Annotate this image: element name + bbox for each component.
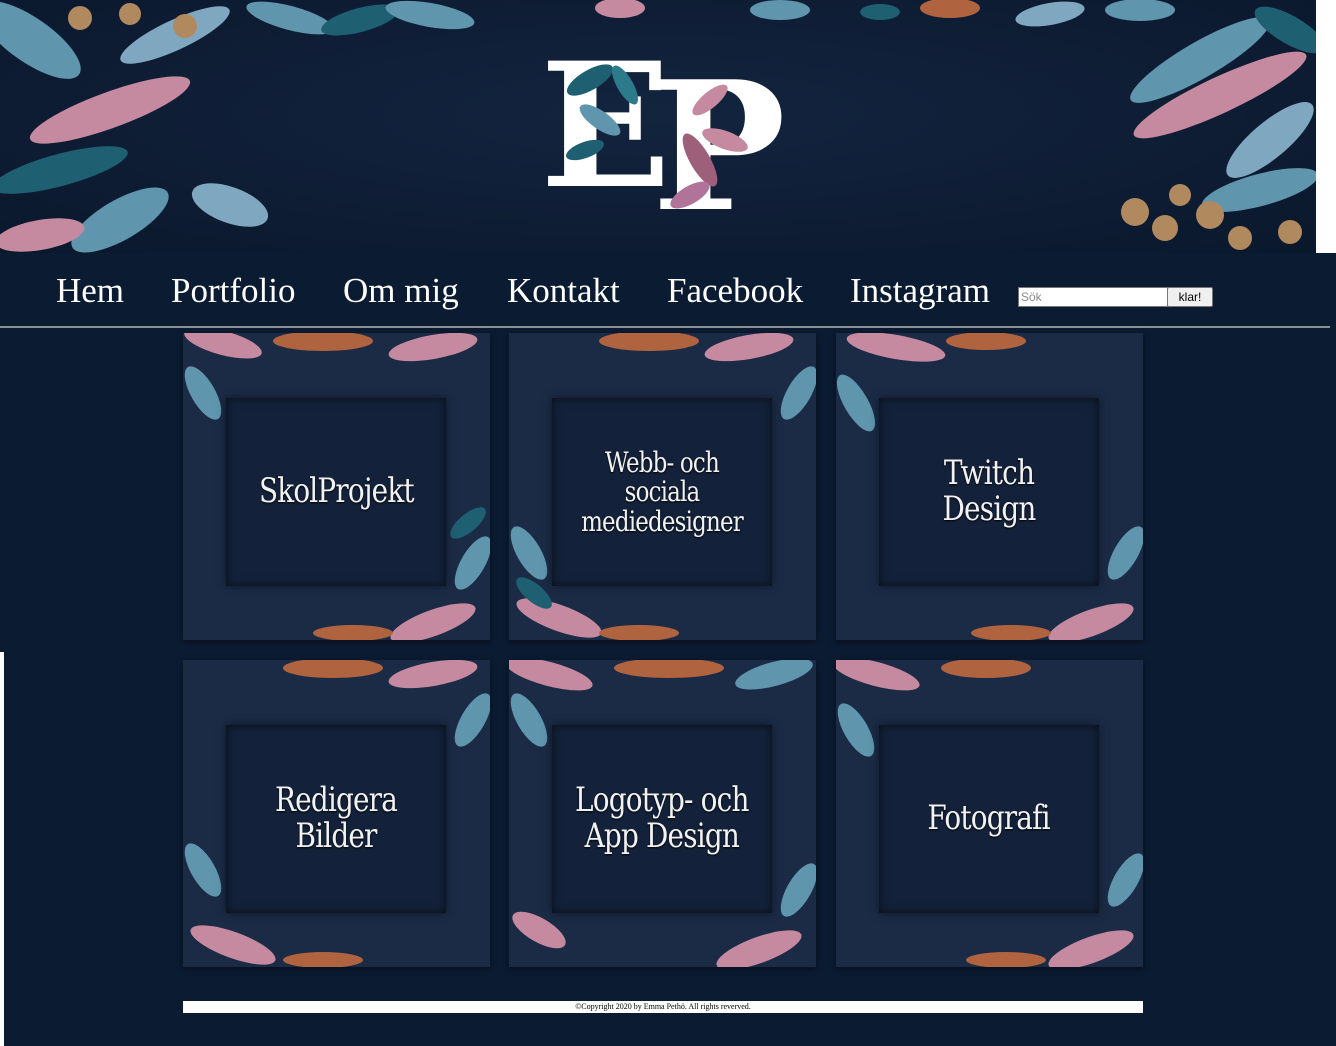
nav-link-om-mig[interactable]: Om mig <box>343 271 459 311</box>
portfolio-tile-twitch-design[interactable]: Twitch Design <box>836 333 1143 640</box>
tile-label-box: Redigera Bilder <box>226 725 446 913</box>
nav-link-hem[interactable]: Hem <box>56 271 124 311</box>
logo-leaf-decoration <box>566 64 748 209</box>
search-button[interactable]: klar! <box>1167 287 1213 307</box>
page-edge <box>1316 0 1336 253</box>
nav-link-facebook[interactable]: Facebook <box>667 271 803 311</box>
tile-label-box: Webb- och sociala mediedesigner <box>552 398 772 586</box>
page-edge <box>0 652 4 1046</box>
tile-label: Fotografi <box>927 798 1051 839</box>
nav-link-portfolio[interactable]: Portfolio <box>171 271 295 311</box>
header-banner: E P <box>0 0 1316 253</box>
portfolio-tile-fotografi[interactable]: Fotografi <box>836 660 1143 967</box>
footer-copyright: ©Copyright 2020 by Emma Pethö. All right… <box>183 1001 1143 1013</box>
nav-link-kontakt[interactable]: Kontakt <box>507 271 620 311</box>
tile-label: Webb- och sociala mediedesigner <box>581 445 744 538</box>
portfolio-tile-webb-sociala[interactable]: Webb- och sociala mediedesigner <box>509 333 816 640</box>
tile-label-box: SkolProjekt <box>226 398 446 586</box>
site-logo[interactable]: E P <box>530 40 820 245</box>
tile-label-box: Twitch Design <box>879 398 1099 586</box>
tile-label: Redigera Bilder <box>274 780 398 856</box>
tile-label-box: Logotyp- och App Design <box>552 725 772 913</box>
nav-link-instagram[interactable]: Instagram <box>850 271 990 311</box>
tile-label-box: Fotografi <box>879 725 1099 913</box>
search-input[interactable] <box>1018 287 1169 307</box>
tile-label: Logotyp- och App Design <box>575 780 749 856</box>
tile-label: Twitch Design <box>942 453 1037 529</box>
portfolio-tile-redigera-bilder[interactable]: Redigera Bilder <box>183 660 490 967</box>
tile-label: SkolProjekt <box>258 471 415 512</box>
portfolio-tile-skolprojekt[interactable]: SkolProjekt <box>183 333 490 640</box>
portfolio-tile-logotyp-app[interactable]: Logotyp- och App Design <box>509 660 816 967</box>
